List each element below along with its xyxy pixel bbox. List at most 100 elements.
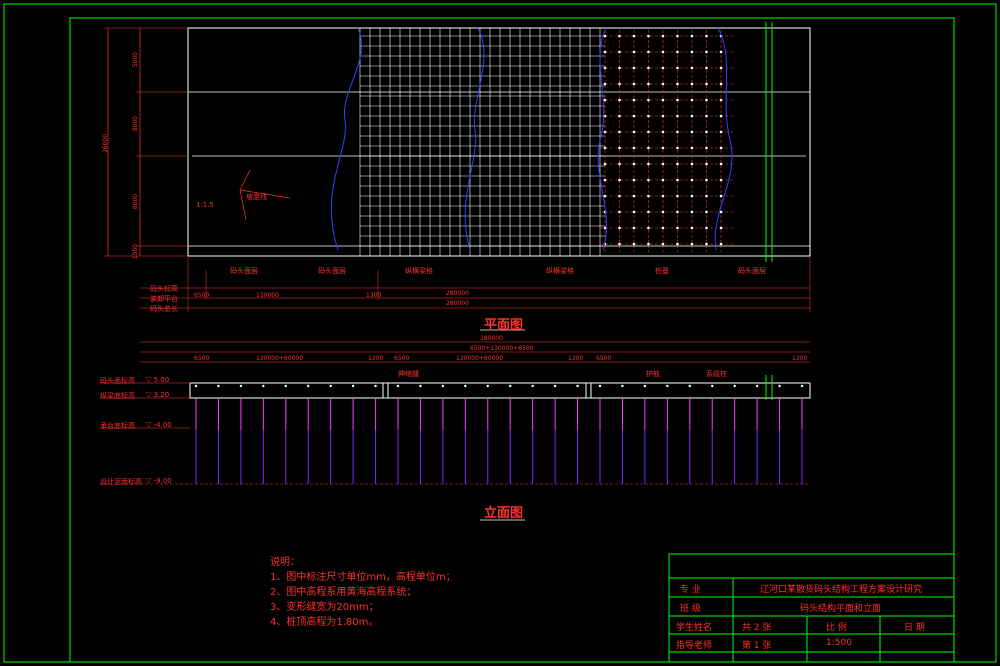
pile-dot bbox=[690, 178, 694, 182]
pile-dot bbox=[690, 66, 694, 70]
plan-callout: 桩基 bbox=[655, 267, 669, 275]
plan-callout: 码头面层 bbox=[230, 267, 258, 275]
elev-bay-dim: 130000+60000 bbox=[256, 355, 304, 362]
plan-bay-dim: 6500 bbox=[194, 292, 210, 299]
tb-advisor-label: 指导老师 bbox=[676, 641, 713, 651]
pile-dot bbox=[647, 82, 650, 86]
pile-dot bbox=[603, 162, 607, 166]
deck-dot bbox=[307, 384, 310, 388]
pile-dot bbox=[705, 114, 708, 118]
slope-line bbox=[714, 27, 733, 251]
elev-bay-dim: 130000+60000 bbox=[456, 355, 504, 362]
pile-dot bbox=[705, 34, 708, 38]
tb-class-label: 班 级 bbox=[680, 604, 701, 614]
pile-dot bbox=[705, 98, 708, 102]
plan-height-dim: 5000 bbox=[132, 51, 140, 68]
pile-dot bbox=[705, 50, 708, 54]
elev-callout: 系缆柱 bbox=[706, 370, 727, 378]
tb-scale-label: 比 例 bbox=[826, 623, 847, 633]
pile-dot bbox=[603, 66, 607, 70]
pile-dot bbox=[719, 66, 723, 70]
pile-dot bbox=[676, 130, 679, 134]
pile-dot bbox=[632, 146, 636, 150]
pile-dot bbox=[603, 178, 607, 182]
pile-dot bbox=[690, 242, 694, 246]
pile-dot bbox=[647, 210, 650, 214]
pile-dot bbox=[661, 66, 665, 70]
plan-height-dim: 1500 bbox=[132, 243, 140, 260]
pile-dot bbox=[647, 34, 650, 38]
pile-dot bbox=[603, 98, 607, 102]
pile-dot bbox=[632, 194, 636, 198]
pile-dot bbox=[647, 242, 650, 246]
pile-dot bbox=[676, 146, 679, 150]
elev-elevation: ▽ 3.20 bbox=[146, 391, 170, 399]
elev-bay-dim: 1300 bbox=[568, 355, 584, 362]
plan-title: 平面图 bbox=[484, 318, 524, 333]
elev-elevation: ▽ -9.00 bbox=[146, 477, 172, 485]
deck-dot bbox=[396, 384, 400, 388]
plan-bay-dim: 130000 bbox=[256, 292, 279, 299]
deck-dot bbox=[666, 384, 669, 388]
pile-dot bbox=[705, 210, 708, 214]
pile-dot bbox=[676, 50, 679, 54]
plan-height-total: 26000 bbox=[102, 133, 110, 154]
tb-major-label: 专 业 bbox=[680, 585, 701, 595]
elev-elevation: ▽ 5.00 bbox=[146, 376, 170, 384]
pile-dot bbox=[690, 210, 694, 214]
plan-slope-ratio: 1:1.5 bbox=[196, 201, 214, 209]
tb-drawing-name: 码头结构平面和立面 bbox=[800, 604, 882, 614]
pile-dot bbox=[632, 178, 636, 182]
pile-dot bbox=[647, 146, 650, 150]
slope-line bbox=[597, 27, 607, 251]
pile-dot bbox=[676, 210, 679, 214]
pile-dot bbox=[676, 162, 679, 166]
deck-dot bbox=[711, 384, 714, 388]
pile-dot bbox=[618, 146, 621, 150]
note-item: 3、变形缝宽为20mm； bbox=[270, 602, 379, 613]
deck-dot bbox=[688, 384, 691, 388]
plan-left-label: 码头总长 bbox=[150, 305, 178, 313]
pile-dot bbox=[647, 226, 650, 230]
deck-dot bbox=[800, 384, 804, 388]
plan-bay-dim: 1300 bbox=[366, 292, 382, 299]
pile-dot bbox=[647, 98, 650, 102]
deck-dot bbox=[284, 384, 287, 388]
deck-dot bbox=[262, 384, 265, 388]
pile-dot bbox=[632, 162, 636, 166]
deck-dot bbox=[239, 384, 243, 388]
pile-dot bbox=[690, 194, 694, 198]
slope-line bbox=[464, 27, 485, 251]
pile-dot bbox=[719, 98, 723, 102]
pile-dot bbox=[719, 146, 723, 150]
tb-student-label: 学生姓名 bbox=[676, 623, 713, 633]
deck-dot bbox=[778, 384, 781, 388]
plan-overall-width: 280000 bbox=[446, 300, 469, 307]
pile-dot bbox=[676, 178, 679, 182]
pile-dot bbox=[676, 98, 679, 102]
cad-drawing bbox=[3, 3, 997, 663]
pile-dot bbox=[690, 162, 694, 166]
pile-dot bbox=[647, 114, 650, 118]
pile-dot bbox=[705, 226, 708, 230]
pile-dot bbox=[690, 130, 694, 134]
elev-elevation: ▽ -4.00 bbox=[146, 421, 172, 429]
deck-dot bbox=[733, 384, 736, 388]
deck-dot bbox=[553, 384, 557, 388]
pile-dot bbox=[618, 178, 621, 182]
elev-left-label: 承台底标高 bbox=[100, 422, 135, 430]
note-item: 4、桩顶高程为1.80m。 bbox=[270, 617, 379, 628]
pile-dot bbox=[690, 98, 694, 102]
plan-height-dim: 8000 bbox=[132, 115, 140, 132]
pile-dot bbox=[647, 194, 650, 198]
plan-left-label: 装卸平台 bbox=[150, 295, 178, 303]
pile-dot bbox=[618, 194, 621, 198]
pile-dot bbox=[661, 178, 665, 182]
pile-dot bbox=[632, 114, 636, 118]
pile-dot bbox=[690, 226, 694, 230]
plan-callout: 码头面层 bbox=[738, 267, 766, 275]
pile-dot bbox=[690, 146, 694, 150]
deck-dot bbox=[755, 384, 759, 388]
elev-bay-dim: 6500 bbox=[194, 355, 210, 362]
pile-dot bbox=[705, 146, 708, 150]
